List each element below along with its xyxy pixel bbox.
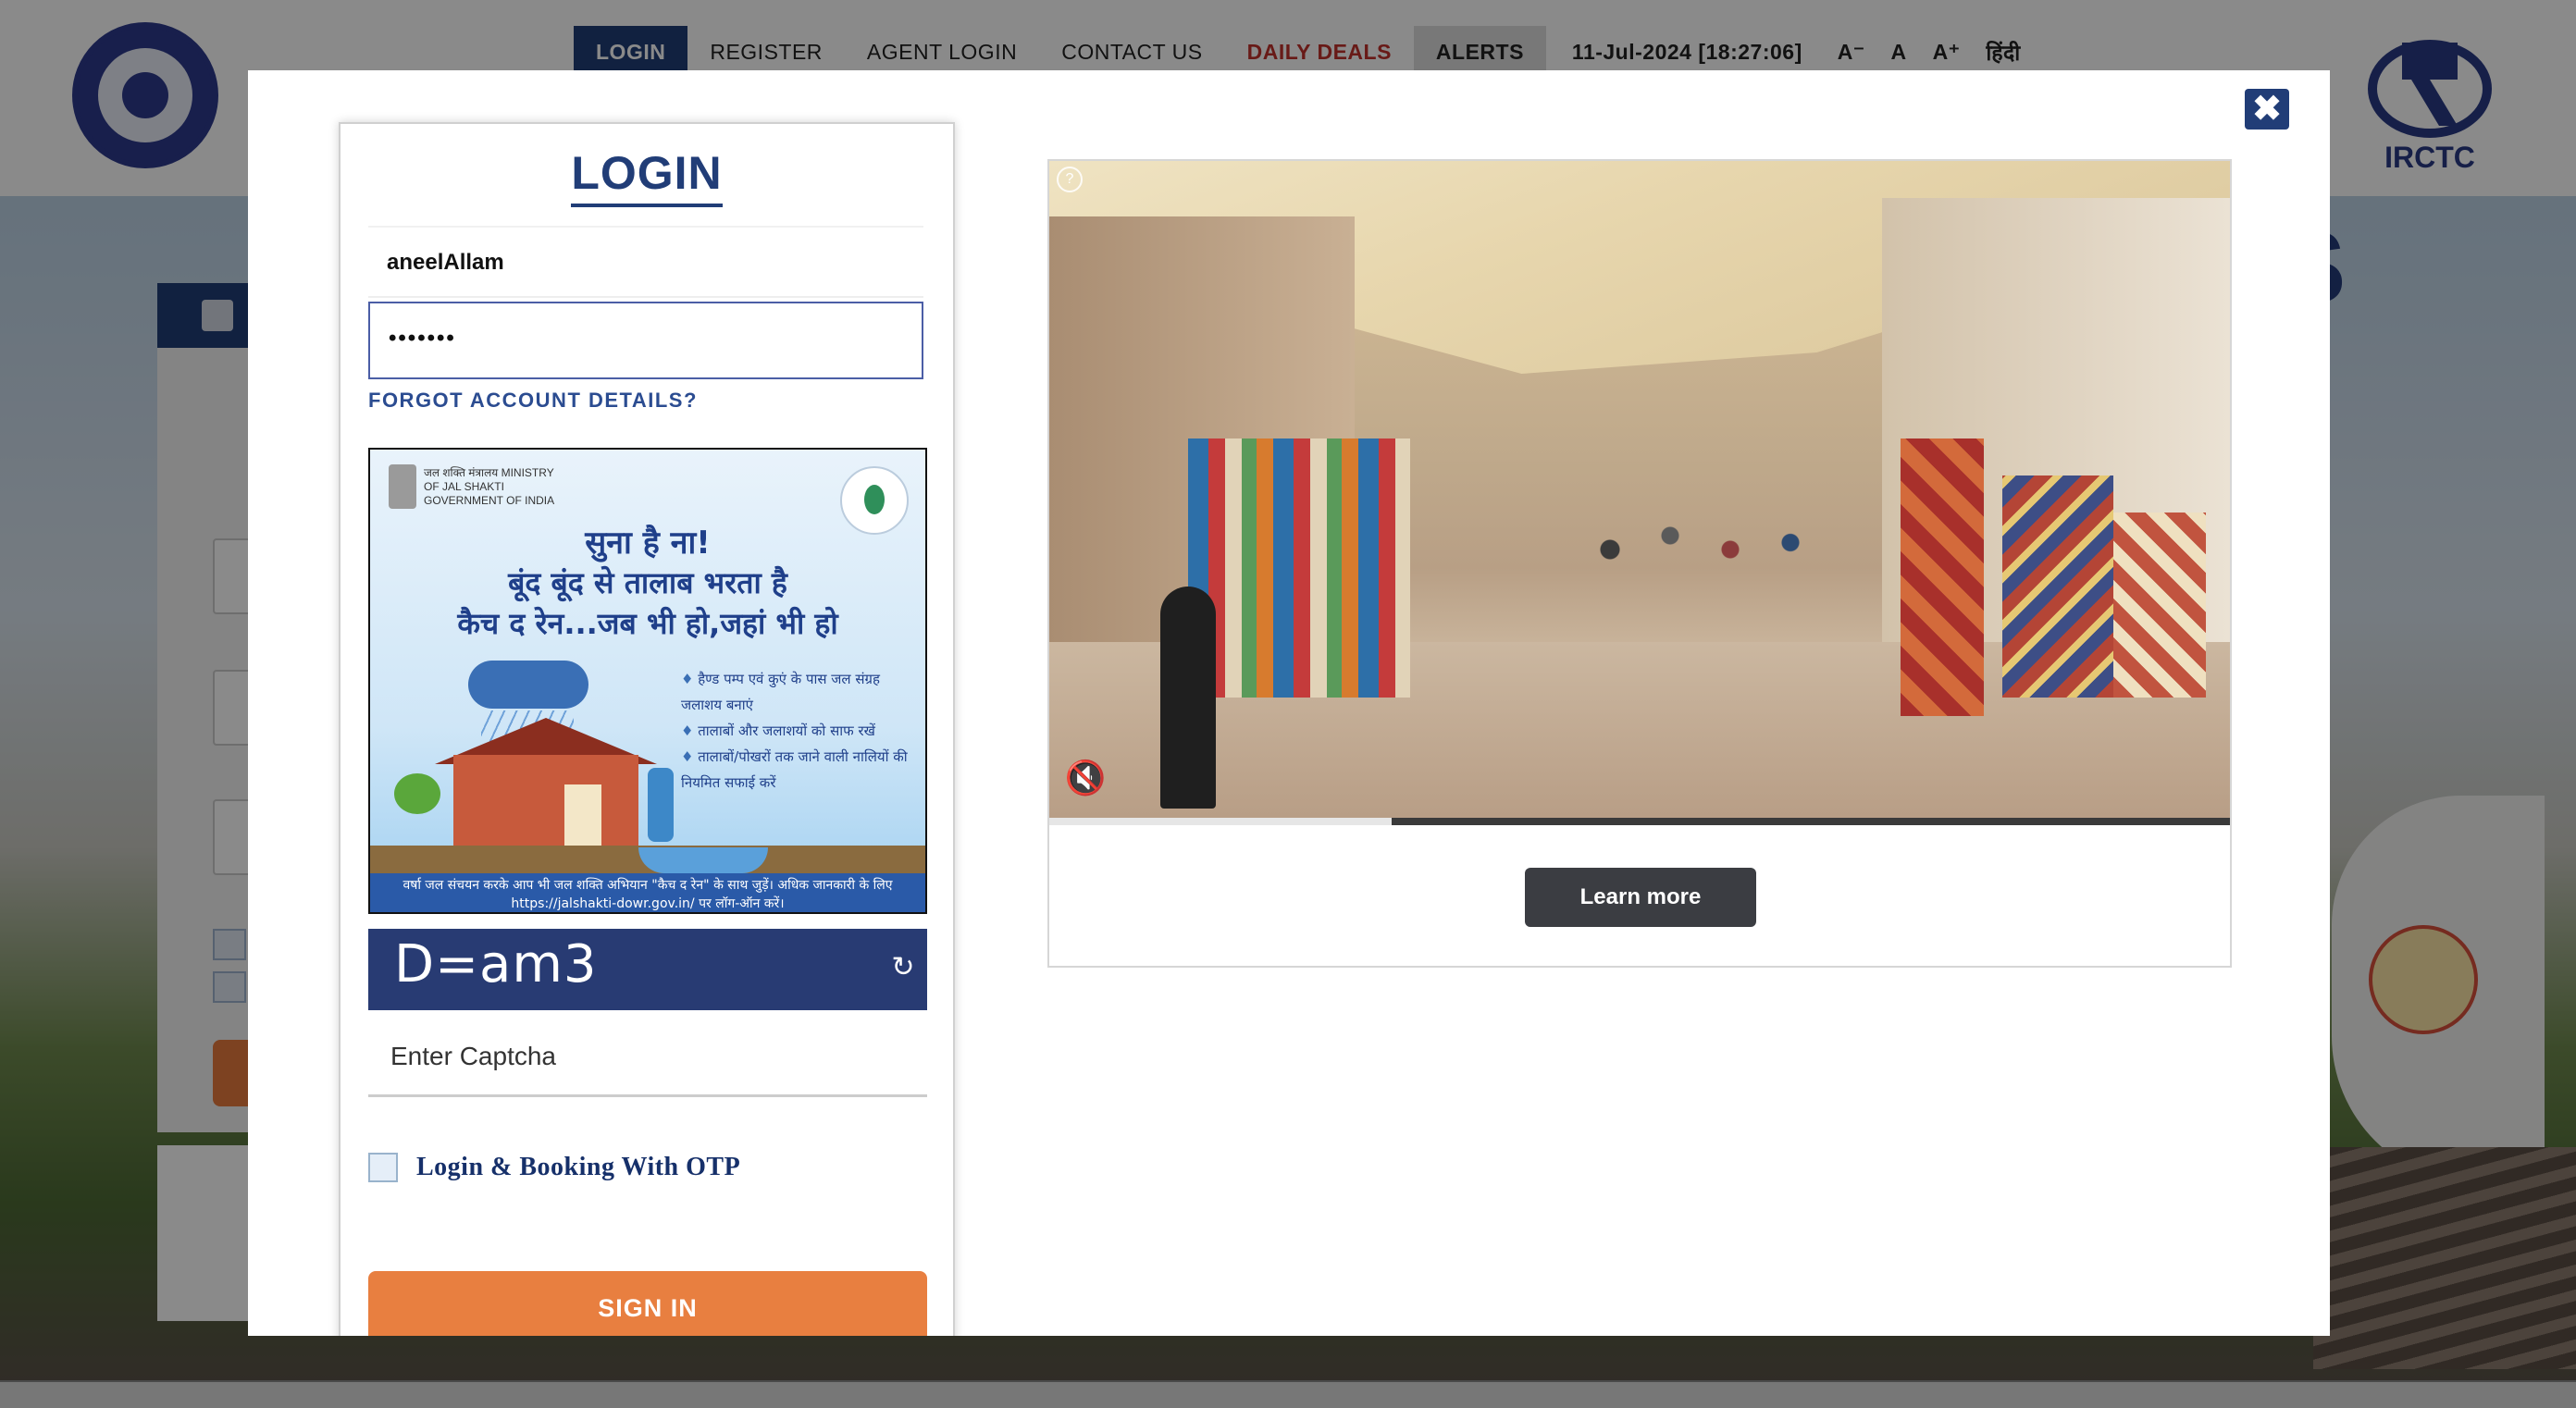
login-modal: ✖ LOGIN aneelAllam ••••••• FORGOT ACCOUN… bbox=[248, 70, 2330, 1336]
promo-bullet: तालाबों/पोखरों तक जाने वाली नालियों की न… bbox=[681, 744, 912, 796]
promo-line-1: सुना है ना! bbox=[585, 525, 711, 562]
video-advertisement: ? 🔇 Learn more bbox=[1047, 159, 2232, 968]
house-door-icon bbox=[564, 784, 601, 847]
ministry-label: जल शक्ति मंत्रालय MINISTRY OF JAL SHAKTI… bbox=[424, 466, 555, 507]
market-shopper bbox=[1160, 587, 1216, 809]
market-people bbox=[1586, 494, 1827, 633]
mute-icon[interactable]: 🔇 bbox=[1062, 755, 1108, 801]
house-icon bbox=[453, 755, 638, 847]
password-field[interactable]: ••••••• bbox=[368, 302, 923, 379]
promo-footer: वर्षा जल संचयन करके आप भी जल शक्ति अभिया… bbox=[370, 873, 925, 912]
username-field[interactable]: aneelAllam bbox=[368, 226, 923, 298]
otp-option: Login & Booking With OTP bbox=[368, 1149, 740, 1186]
market-rug bbox=[1901, 438, 1984, 716]
learn-more-button[interactable]: Learn more bbox=[1525, 868, 1756, 927]
promo-bullets: हैण्ड पम्प एवं कुएं के पास जल संग्रह जला… bbox=[681, 666, 912, 796]
captcha-image: D=am3 ↻ bbox=[368, 929, 927, 1010]
close-button[interactable]: ✖ bbox=[2245, 89, 2289, 130]
ad-video-frame[interactable]: ? 🔇 bbox=[1049, 161, 2230, 818]
promo-bullet: हैण्ड पम्प एवं कुएं के पास जल संग्रह जला… bbox=[681, 666, 912, 718]
national-emblem-icon bbox=[389, 464, 416, 509]
market-rug bbox=[2002, 476, 2113, 698]
cloud-icon bbox=[468, 661, 588, 709]
market-clothes bbox=[1188, 438, 1410, 698]
refresh-icon[interactable]: ↻ bbox=[888, 953, 918, 982]
login-form: LOGIN aneelAllam ••••••• FORGOT ACCOUNT … bbox=[339, 122, 955, 1336]
captcha-input[interactable]: Enter Captcha bbox=[368, 1021, 927, 1097]
water-tank-icon bbox=[648, 768, 674, 842]
promo-line-3: कैच द रेन...जब भी हो,जहां भी हो bbox=[457, 606, 838, 641]
video-progress-bar[interactable] bbox=[1049, 818, 2230, 825]
pond-illustration bbox=[638, 847, 768, 873]
tree-icon bbox=[394, 773, 440, 814]
help-icon[interactable]: ? bbox=[1057, 167, 1083, 192]
promo-line-2: बूंद बूंद से तालाब भरता है bbox=[508, 565, 787, 600]
video-progress-fill bbox=[1049, 818, 1393, 825]
forgot-account-link[interactable]: FORGOT ACCOUNT DETAILS? bbox=[368, 389, 698, 413]
login-title: LOGIN bbox=[571, 146, 723, 207]
captcha-text: D=am3 bbox=[394, 934, 598, 994]
sign-in-button[interactable]: SIGN IN bbox=[368, 1271, 927, 1336]
promo-bullet: तालाबों और जलाशयों को साफ रखें bbox=[681, 718, 912, 744]
market-rug bbox=[2113, 513, 2206, 698]
otp-checkbox[interactable] bbox=[368, 1153, 398, 1182]
catch-the-rain-banner: जल शक्ति मंत्रालय MINISTRY OF JAL SHAKTI… bbox=[368, 448, 927, 914]
otp-label[interactable]: Login & Booking With OTP bbox=[416, 1153, 740, 1182]
